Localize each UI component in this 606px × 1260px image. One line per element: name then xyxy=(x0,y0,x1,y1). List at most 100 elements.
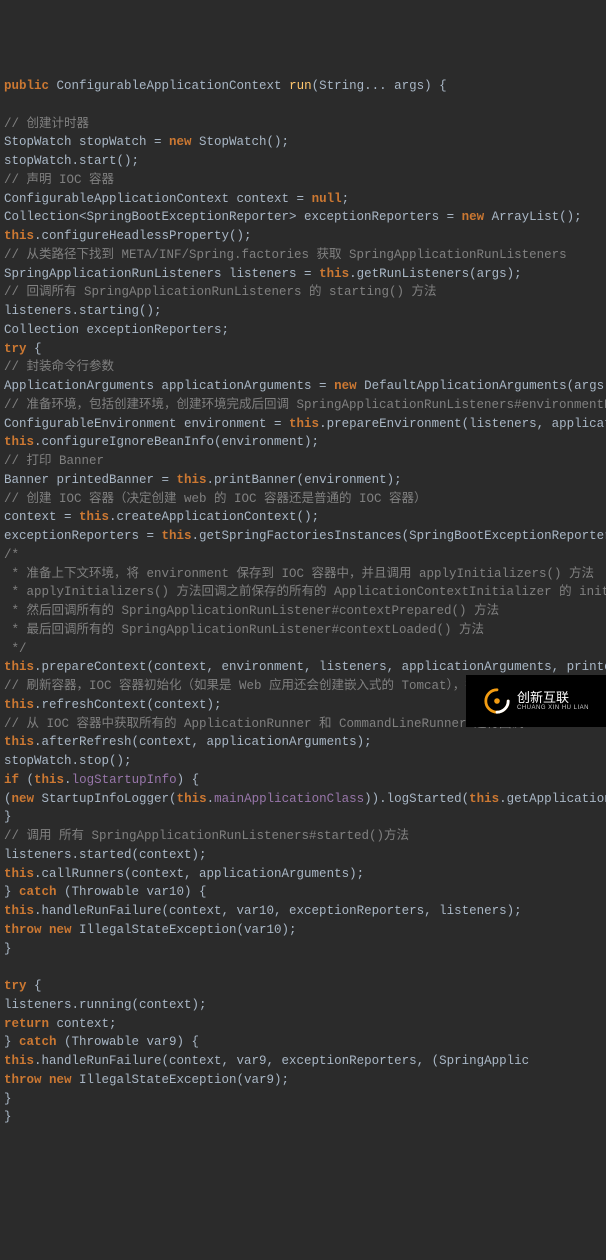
keyword: new xyxy=(169,135,192,149)
code-text: } xyxy=(4,1035,19,1049)
comment: * 准备上下文环境，将 environment 保存到 IOC 容器中，并且调用… xyxy=(4,567,594,581)
code-text: .printBanner(environment); xyxy=(207,473,402,487)
code-text: exceptionReporters = xyxy=(4,529,162,543)
comment: // 从类路径下找到 META/INF/Spring.factories 获取 … xyxy=(4,248,567,262)
keyword: this xyxy=(4,1054,34,1068)
comment: // 创建计时器 xyxy=(4,117,89,131)
code-text: StartupInfoLogger( xyxy=(34,792,177,806)
keyword: this xyxy=(34,773,64,787)
code-text: .prepareEnvironment(listeners, applicati… xyxy=(319,417,606,431)
keyword: try xyxy=(4,979,27,993)
code-text: StopWatch stopWatch = xyxy=(4,135,169,149)
comment: * 最后回调所有的 SpringApplicationRunListener#c… xyxy=(4,623,484,637)
keyword: this xyxy=(4,698,34,712)
keyword: new xyxy=(334,379,357,393)
code-text: listeners.started(context); xyxy=(4,848,207,862)
comment: // 准备环境，包括创建环境，创建环境完成后回调 SpringApplicati… xyxy=(4,398,606,412)
keyword: this xyxy=(177,792,207,806)
comment: // 封装命令行参数 xyxy=(4,360,114,374)
code-text: .callRunners(context, applicationArgumen… xyxy=(34,867,364,881)
keyword: this xyxy=(4,435,34,449)
logo-icon xyxy=(483,687,511,715)
keyword: this xyxy=(4,229,34,243)
code-text: ) { xyxy=(177,773,200,787)
comment: // 从 IOC 容器中获取所有的 ApplicationRunner 和 Co… xyxy=(4,717,524,731)
code-text: } xyxy=(4,1110,12,1124)
code-text: listeners.starting(); xyxy=(4,304,162,318)
code-text: .createApplicationContext(); xyxy=(109,510,319,524)
code-text: .getApplicationLog(), sto xyxy=(499,792,606,806)
code-text: DefaultApplicationArguments(args); xyxy=(357,379,606,393)
code-text: IllegalStateException(var9); xyxy=(72,1073,290,1087)
field: mainApplicationClass xyxy=(214,792,364,806)
keyword: this xyxy=(4,867,34,881)
code-text: stopWatch.start(); xyxy=(4,154,139,168)
comment: // 声明 IOC 容器 xyxy=(4,173,114,187)
code-text: ( xyxy=(19,773,34,787)
code-text: context = xyxy=(4,510,79,524)
comment: // 创建 IOC 容器（决定创建 web 的 IOC 容器还是普通的 IOC … xyxy=(4,492,427,506)
keyword: this xyxy=(4,660,34,674)
keyword: new xyxy=(12,792,35,806)
code-text: } xyxy=(4,942,12,956)
keyword: this xyxy=(4,735,34,749)
code-text: { xyxy=(27,979,42,993)
keyword: throw new xyxy=(4,1073,72,1087)
code-text: ArrayList(); xyxy=(484,210,582,224)
code-block: public ConfigurableApplicationContext ru… xyxy=(0,75,606,1129)
keyword: throw new xyxy=(4,923,72,937)
code-text: .configureIgnoreBeanInfo(environment); xyxy=(34,435,319,449)
code-text: IllegalStateException(var10); xyxy=(72,923,297,937)
comment: * 然后回调所有的 SpringApplicationRunListener#c… xyxy=(4,604,499,618)
comment: */ xyxy=(4,642,27,656)
code-text: ; xyxy=(342,192,350,206)
comment: // 调用 所有 SpringApplicationRunListeners#s… xyxy=(4,829,409,843)
logo-title: 创新互联 xyxy=(517,691,589,705)
code-text: ConfigurableEnvironment environment = xyxy=(4,417,289,431)
watermark-logo: 创新互联 CHUANG XIN HU LIAN xyxy=(466,675,606,727)
code-text: .handleRunFailure(context, var10, except… xyxy=(34,904,522,918)
code-text: } xyxy=(4,885,19,899)
code-text: listeners.running(context); xyxy=(4,998,207,1012)
code-text: stopWatch.stop(); xyxy=(4,754,132,768)
keyword: this xyxy=(79,510,109,524)
keyword: return xyxy=(4,1017,49,1031)
code-text: SpringApplicationRunListeners listeners … xyxy=(4,267,319,281)
field: logStartupInfo xyxy=(72,773,177,787)
keyword: this xyxy=(289,417,319,431)
code-text: (String... args) { xyxy=(312,79,447,93)
code-text: ConfigurableApplicationContext xyxy=(49,79,289,93)
code-text: . xyxy=(207,792,215,806)
code-text: Collection<SpringBootExceptionReporter> … xyxy=(4,210,462,224)
comment: // 打印 Banner xyxy=(4,454,104,468)
keyword: this xyxy=(177,473,207,487)
keyword: this xyxy=(319,267,349,281)
code-text: .handleRunFailure(context, var9, excepti… xyxy=(34,1054,529,1068)
code-text: } xyxy=(4,1092,12,1106)
code-text: .prepareContext(context, environment, li… xyxy=(34,660,606,674)
keyword: this xyxy=(4,904,34,918)
keyword: public xyxy=(4,79,49,93)
code-text: . xyxy=(64,773,72,787)
method-name: run xyxy=(289,79,312,93)
keyword: null xyxy=(312,192,342,206)
code-text: .afterRefresh(context, applicationArgume… xyxy=(34,735,372,749)
logo-text: 创新互联 CHUANG XIN HU LIAN xyxy=(517,691,589,712)
code-text: { xyxy=(27,342,42,356)
keyword: this xyxy=(469,792,499,806)
code-text: )).logStarted( xyxy=(364,792,469,806)
comment: * applyInitializers() 方法回调之前保存的所有的 Appli… xyxy=(4,585,606,599)
code-text: Banner printedBanner = xyxy=(4,473,177,487)
keyword: if xyxy=(4,773,19,787)
code-text: .getRunListeners(args); xyxy=(349,267,522,281)
code-text: .refreshContext(context); xyxy=(34,698,222,712)
comment: /* xyxy=(4,548,19,562)
code-text: (Throwable var9) { xyxy=(57,1035,200,1049)
code-text: } xyxy=(4,810,12,824)
logo-subtitle: CHUANG XIN HU LIAN xyxy=(517,705,589,712)
keyword: catch xyxy=(19,1035,57,1049)
keyword: this xyxy=(162,529,192,543)
code-text: Collection exceptionReporters; xyxy=(4,323,229,337)
code-text: ApplicationArguments applicationArgument… xyxy=(4,379,334,393)
code-text: context; xyxy=(49,1017,117,1031)
